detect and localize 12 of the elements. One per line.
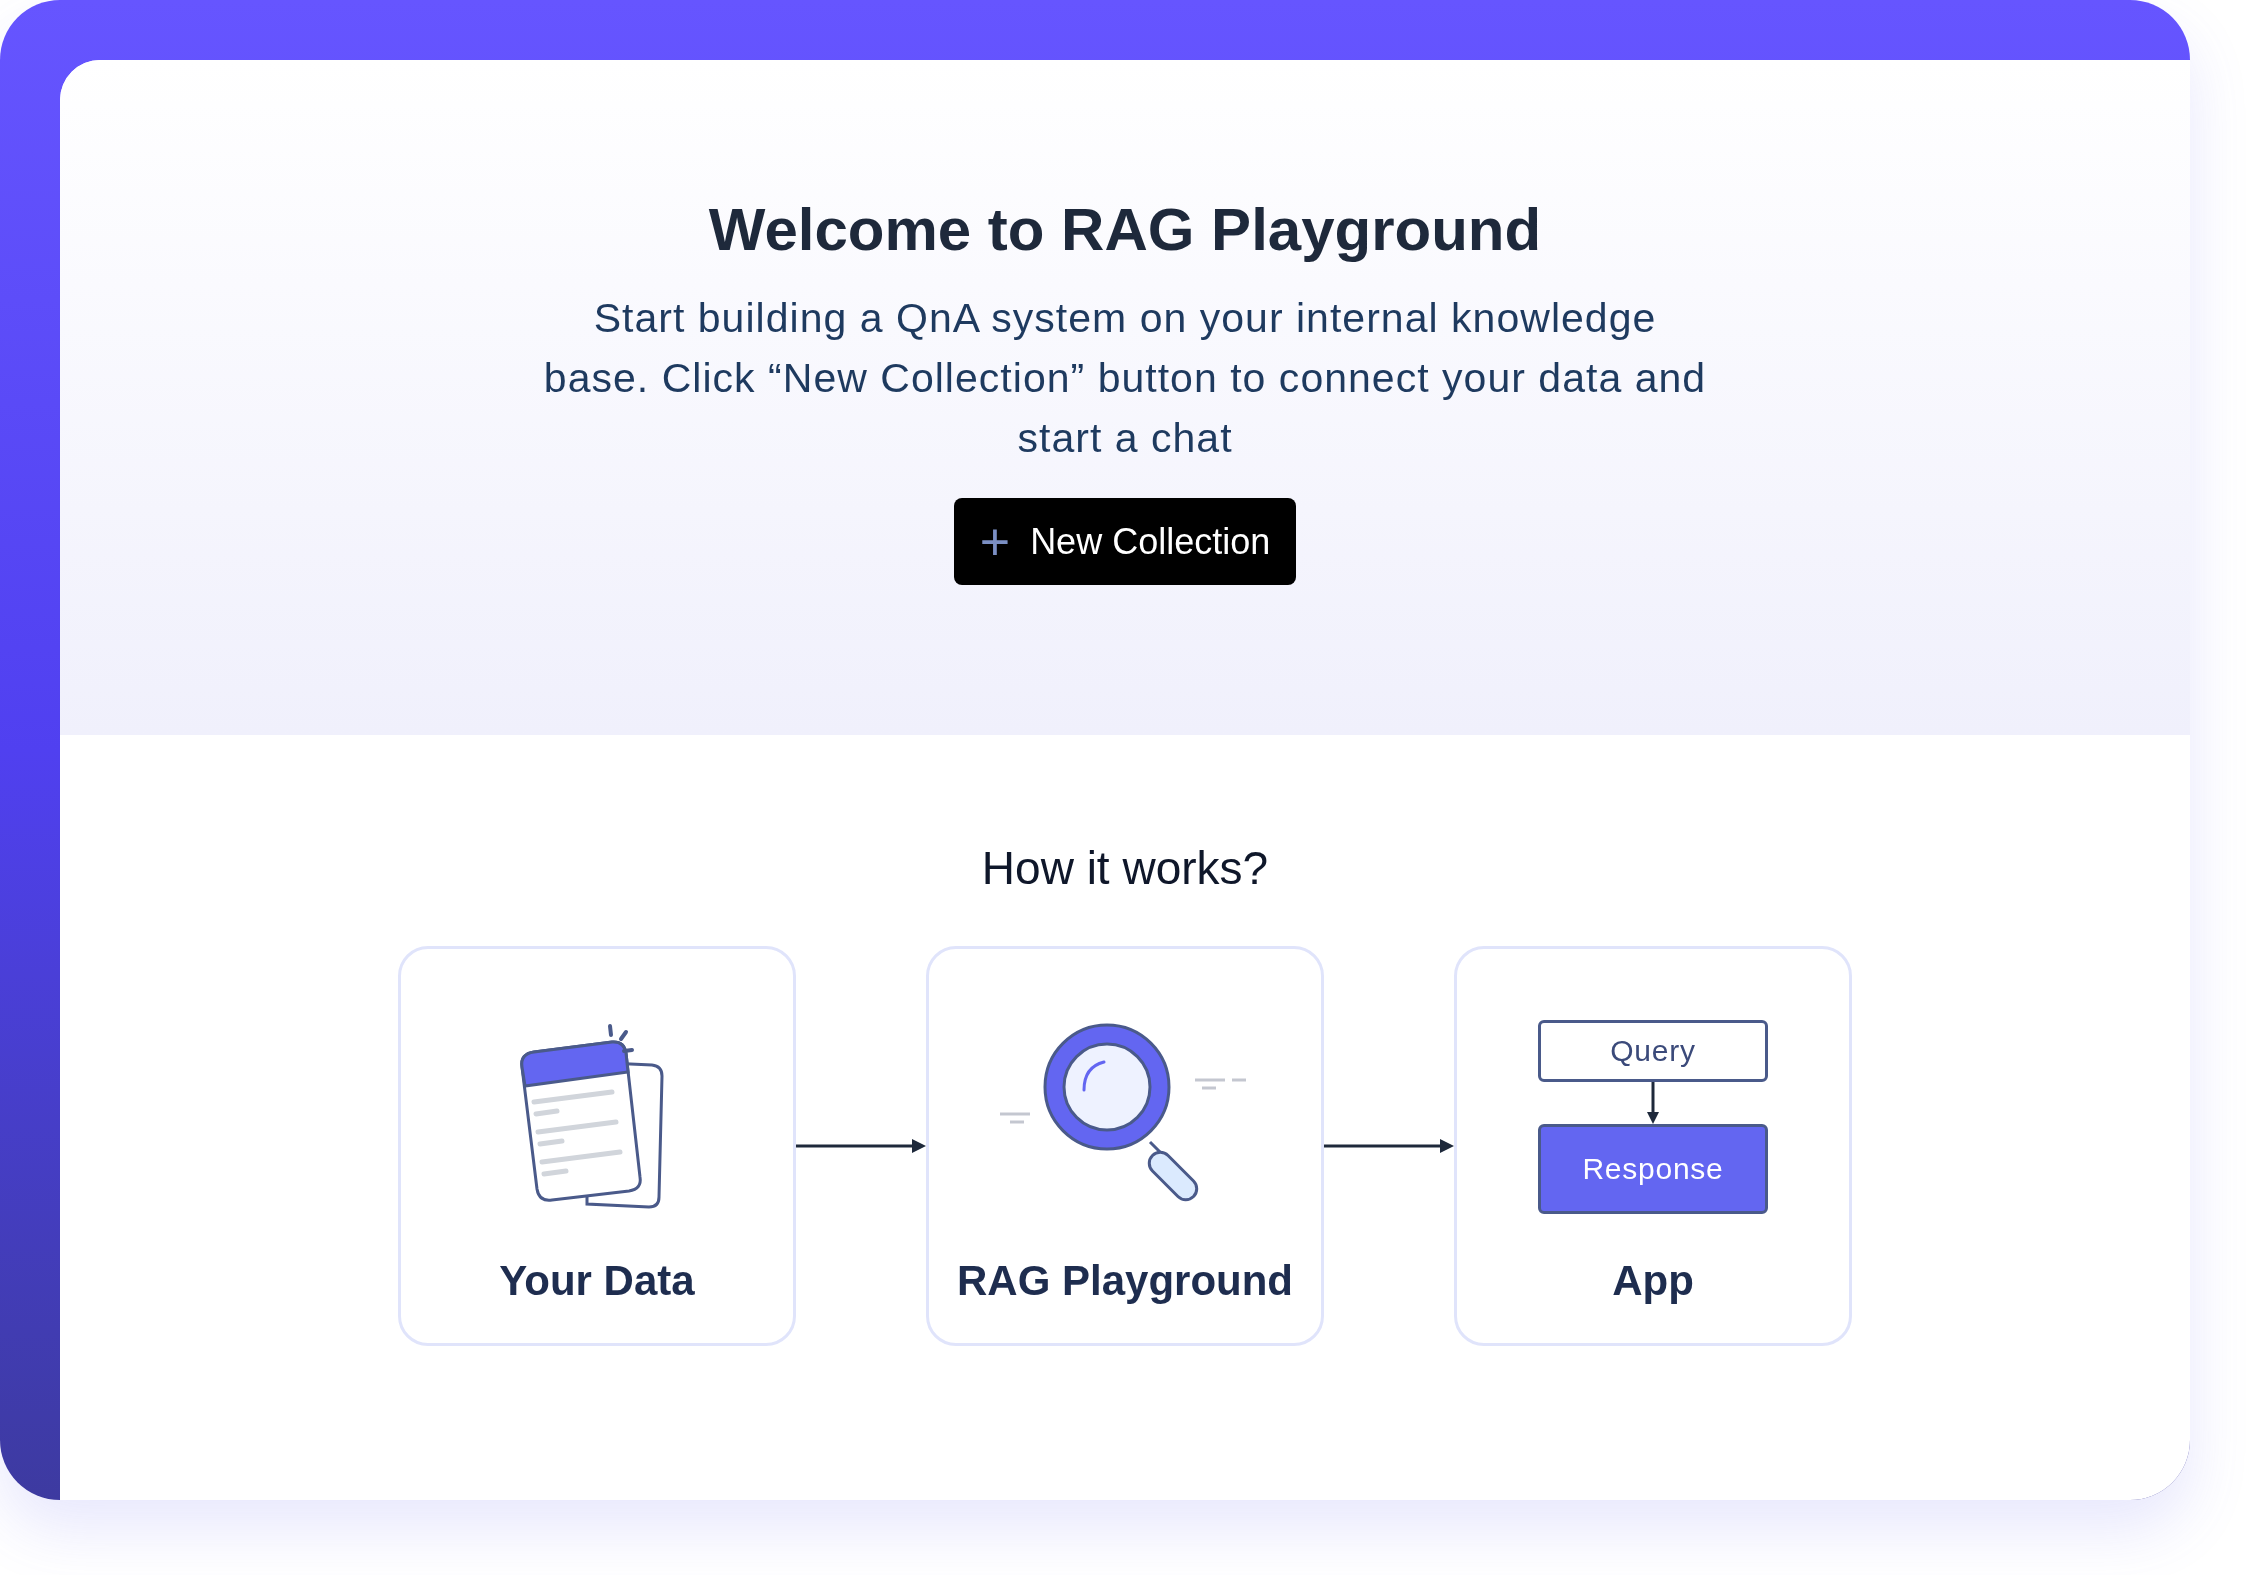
welcome-description: Start building a QnA system on your internal knowledge base. Click “New Collection” button to connect your data and start a chat: [542, 294, 1708, 463]
down-arrow-icon: [1646, 1081, 1660, 1124]
section-title: How it works?: [981, 845, 1269, 891]
step-label: Your Data: [499, 1256, 695, 1306]
new-collection-button[interactable]: + New Collection: [953, 498, 1297, 585]
response-box: Response: [1538, 1123, 1768, 1214]
step-label: App: [1612, 1256, 1694, 1306]
step-label: RAG Playground: [957, 1256, 1293, 1306]
arrow-icon: [796, 1137, 926, 1155]
arrow-icon: [1324, 1137, 1454, 1155]
welcome-title: Welcome to RAG Playground: [708, 200, 1542, 260]
query-box: Query: [1538, 1019, 1768, 1082]
